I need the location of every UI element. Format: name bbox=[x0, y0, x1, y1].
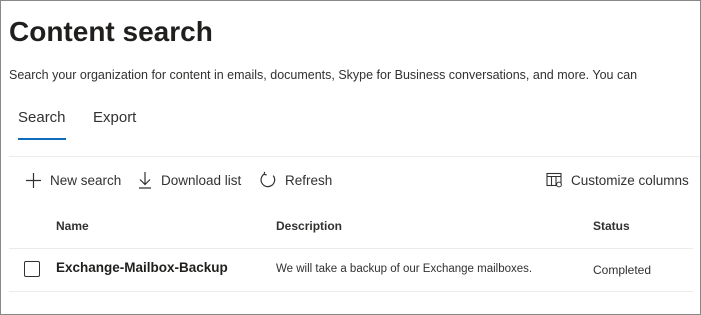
table-row-separator bbox=[9, 291, 693, 292]
download-list-button[interactable]: Download list bbox=[137, 170, 241, 190]
row-status: Completed bbox=[593, 263, 652, 277]
refresh-label: Refresh bbox=[285, 172, 333, 188]
columns-icon bbox=[546, 172, 563, 188]
toolbar-divider bbox=[9, 156, 700, 157]
row-checkbox[interactable] bbox=[24, 261, 40, 277]
page-description: Search your organization for content in … bbox=[9, 68, 638, 82]
page-title: Content search bbox=[9, 16, 213, 47]
row-description: We will take a backup of our Exchange ma… bbox=[276, 263, 533, 275]
refresh-button[interactable]: Refresh bbox=[259, 170, 332, 190]
customize-columns-button[interactable]: Customize columns bbox=[546, 170, 689, 190]
column-header-status[interactable]: Status bbox=[593, 219, 630, 233]
selected-tab-indicator bbox=[18, 138, 66, 140]
tab-export[interactable]: Export bbox=[93, 109, 136, 126]
new-search-label: New search bbox=[50, 172, 122, 188]
refresh-icon bbox=[259, 171, 277, 189]
new-search-button[interactable]: New search bbox=[25, 170, 121, 190]
download-list-label: Download list bbox=[161, 172, 242, 188]
row-name[interactable]: Exchange-Mailbox-Backup bbox=[56, 260, 228, 275]
column-header-description[interactable]: Description bbox=[276, 219, 342, 233]
table-header-separator bbox=[9, 248, 693, 249]
download-icon bbox=[137, 171, 153, 189]
customize-columns-label: Customize columns bbox=[571, 172, 689, 188]
tab-search[interactable]: Search bbox=[18, 109, 66, 126]
plus-icon bbox=[25, 172, 42, 189]
column-header-name[interactable]: Name bbox=[56, 219, 89, 233]
content-search-page: Content search Search your organization … bbox=[0, 0, 701, 315]
